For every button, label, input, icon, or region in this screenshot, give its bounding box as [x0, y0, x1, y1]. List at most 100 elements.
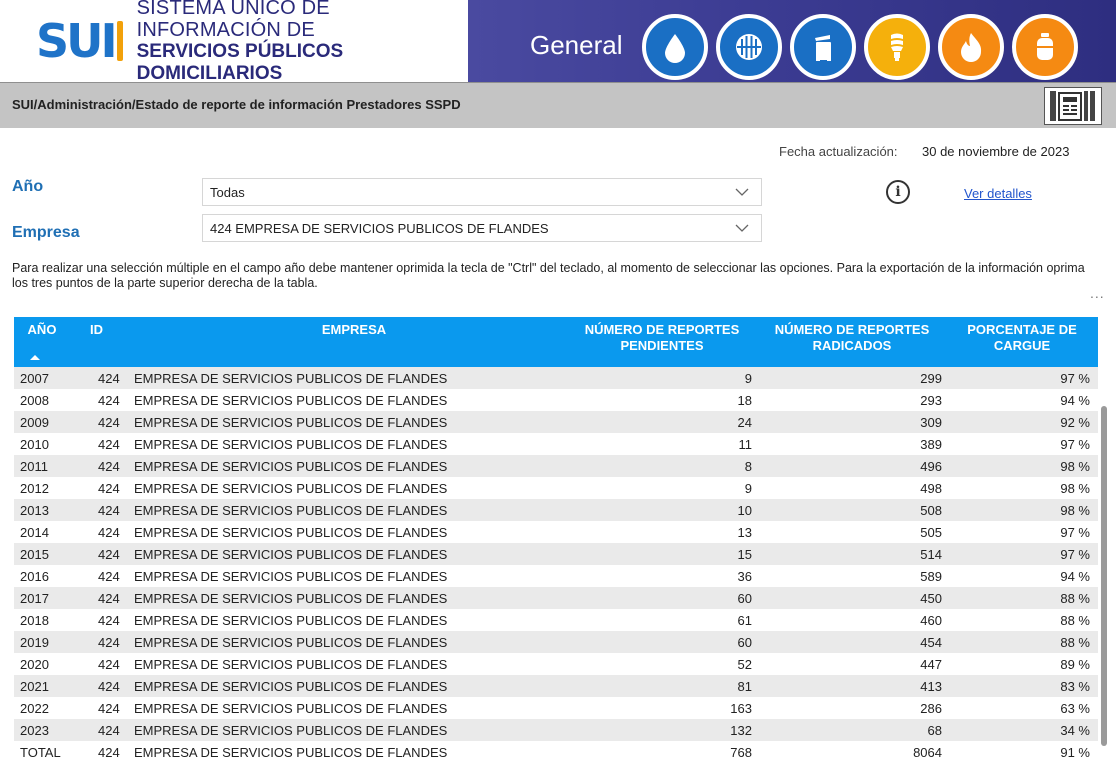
- flame-icon[interactable]: [938, 14, 1004, 80]
- cell-filed: 293: [920, 393, 942, 408]
- cell-percent: 89 %: [1060, 657, 1090, 672]
- cell-company: EMPRESA DE SERVICIOS PUBLICOS DE FLANDES: [134, 745, 448, 758]
- trash-bin-icon[interactable]: [790, 14, 856, 80]
- cell-company: EMPRESA DE SERVICIOS PUBLICOS DE FLANDES: [134, 459, 448, 474]
- more-options-button[interactable]: ...: [1090, 285, 1105, 301]
- table-row[interactable]: 2016 424 EMPRESA DE SERVICIOS PUBLICOS DE …: [14, 565, 1098, 587]
- cell-year: 2011: [20, 459, 48, 474]
- cell-id: 424: [98, 679, 120, 694]
- year-dropdown[interactable]: Todas: [202, 178, 762, 206]
- cell-id: 424: [98, 635, 120, 650]
- cell-company: EMPRESA DE SERVICIOS PUBLICOS DE FLANDES: [134, 569, 448, 584]
- cell-filed: 389: [920, 437, 942, 452]
- table-row[interactable]: 2022 424 EMPRESA DE SERVICIOS PUBLICOS DE …: [14, 697, 1098, 719]
- gas-cylinder-icon[interactable]: [1012, 14, 1078, 80]
- cell-id: 424: [98, 525, 120, 540]
- table-row[interactable]: 2017 424 EMPRESA DE SERVICIOS PUBLICOS DE …: [14, 587, 1098, 609]
- company-dropdown[interactable]: 424 EMPRESA DE SERVICIOS PUBLICOS DE FLA…: [202, 214, 762, 242]
- cell-pending: 61: [737, 613, 752, 628]
- cell-percent: 98 %: [1060, 459, 1090, 474]
- cell-percent: 98 %: [1060, 481, 1090, 496]
- column-header-percent[interactable]: PORCENTAJE DE CARGUE: [958, 317, 1086, 367]
- table-row[interactable]: 2014 424 EMPRESA DE SERVICIOS PUBLICOS DE …: [14, 521, 1098, 543]
- column-header-company[interactable]: EMPRESA: [134, 317, 574, 367]
- table-row[interactable]: 2020 424 EMPRESA DE SERVICIOS PUBLICOS DE …: [14, 653, 1098, 675]
- cell-year: 2023: [20, 723, 49, 738]
- view-details-link[interactable]: Ver detalles: [964, 186, 1032, 201]
- cell-year: 2015: [20, 547, 49, 562]
- company-dropdown-value: 424 EMPRESA DE SERVICIOS PUBLICOS DE FLA…: [210, 221, 549, 236]
- info-icon[interactable]: i: [886, 180, 910, 204]
- cell-id: 424: [98, 613, 120, 628]
- water-drop-icon[interactable]: [642, 14, 708, 80]
- cell-company: EMPRESA DE SERVICIOS PUBLICOS DE FLANDES: [134, 701, 448, 716]
- sui-logo[interactable]: SUI SISTEMA ÚNICO DE INFORMACIÓN DE SERV…: [0, 0, 468, 85]
- cell-filed: 508: [920, 503, 942, 518]
- table-total-row[interactable]: TOTAL 424 EMPRESA DE SERVICIOS PUBLICOS DE…: [14, 741, 1098, 758]
- cell-percent: 34 %: [1060, 723, 1090, 738]
- table-row[interactable]: 2007 424 EMPRESA DE SERVICIOS PUBLICOS DE …: [14, 367, 1098, 389]
- cell-pending: 8: [744, 459, 752, 474]
- report-view-button[interactable]: [1044, 87, 1102, 125]
- cell-id: 424: [98, 415, 120, 430]
- cell-filed: 505: [920, 525, 942, 540]
- cell-pending: 18: [737, 393, 752, 408]
- cell-company: EMPRESA DE SERVICIOS PUBLICOS DE FLANDES: [134, 371, 448, 386]
- logo-text: SISTEMA ÚNICO DE INFORMACIÓN DE SERVICIO…: [137, 0, 468, 85]
- logo-line-2: SERVICIOS PÚBLICOS DOMICILIARIOS: [136, 41, 344, 84]
- table-row[interactable]: 2011 424 EMPRESA DE SERVICIOS PUBLICOS DE …: [14, 455, 1098, 477]
- lightbulb-icon[interactable]: [864, 14, 930, 80]
- breadcrumb-bar: SUI/Administración/Estado de reporte de …: [0, 82, 1116, 128]
- cell-filed: 309: [920, 415, 942, 430]
- column-header-year[interactable]: AÑO: [14, 317, 70, 367]
- cell-filed: 589: [920, 569, 942, 584]
- chevron-down-icon: [735, 188, 749, 196]
- cell-company: EMPRESA DE SERVICIOS PUBLICOS DE FLANDES: [134, 613, 448, 628]
- cell-year: 2021: [20, 679, 49, 694]
- table-row[interactable]: 2013 424 EMPRESA DE SERVICIOS PUBLICOS DE …: [14, 499, 1098, 521]
- column-header-pending[interactable]: NÚMERO DE REPORTES PENDIENTES: [572, 317, 752, 367]
- year-filter-label: Año: [12, 178, 44, 195]
- cell-id: 424: [98, 701, 120, 716]
- report-page: SUI SISTEMA ÚNICO DE INFORMACIÓN DE SERV…: [0, 0, 1116, 758]
- header-banner: SUI SISTEMA ÚNICO DE INFORMACIÓN DE SERV…: [0, 0, 1116, 85]
- cell-percent: 83 %: [1060, 679, 1090, 694]
- cell-year: 2022: [20, 701, 49, 716]
- cell-filed: 286: [920, 701, 942, 716]
- cell-id: 424: [98, 569, 120, 584]
- cell-id: 424: [98, 371, 120, 386]
- cell-id: 424: [98, 547, 120, 562]
- column-header-id[interactable]: ID: [80, 317, 120, 367]
- table-row[interactable]: 2009 424 EMPRESA DE SERVICIOS PUBLICOS DE …: [14, 411, 1098, 433]
- cell-id: 424: [98, 481, 120, 496]
- sui-logo-mark: SUI: [36, 18, 123, 64]
- sewer-grate-icon[interactable]: [716, 14, 782, 80]
- cell-filed: 68: [927, 723, 942, 738]
- cell-year: 2008: [20, 393, 49, 408]
- table-row[interactable]: 2018 424 EMPRESA DE SERVICIOS PUBLICOS DE …: [14, 609, 1098, 631]
- selection-help-text: Para realizar una selección múltiple en …: [12, 261, 1085, 290]
- cell-company: EMPRESA DE SERVICIOS PUBLICOS DE FLANDES: [134, 481, 448, 496]
- cell-pending: 60: [737, 591, 752, 606]
- table-row[interactable]: 2023 424 EMPRESA DE SERVICIOS PUBLICOS DE …: [14, 719, 1098, 741]
- table-row[interactable]: 2015 424 EMPRESA DE SERVICIOS PUBLICOS DE …: [14, 543, 1098, 565]
- cell-filed: 498: [920, 481, 942, 496]
- table-row[interactable]: 2012 424 EMPRESA DE SERVICIOS PUBLICOS DE …: [14, 477, 1098, 499]
- cell-company: EMPRESA DE SERVICIOS PUBLICOS DE FLANDES: [134, 437, 448, 452]
- cell-company: EMPRESA DE SERVICIOS PUBLICOS DE FLANDES: [134, 525, 448, 540]
- cell-year: 2017: [20, 591, 49, 606]
- table-row[interactable]: 2019 424 EMPRESA DE SERVICIOS PUBLICOS DE …: [14, 631, 1098, 653]
- cell-pending: 81: [737, 679, 752, 694]
- table-scrollbar[interactable]: [1101, 406, 1107, 746]
- column-header-filed[interactable]: NÚMERO DE REPORTES RADICADOS: [762, 317, 942, 367]
- table-row[interactable]: 2008 424 EMPRESA DE SERVICIOS PUBLICOS DE …: [14, 389, 1098, 411]
- table-header: AÑO ID EMPRESA NÚMERO DE REPORTES PENDIE…: [14, 317, 1098, 367]
- table-row[interactable]: 2010 424 EMPRESA DE SERVICIOS PUBLICOS DE …: [14, 433, 1098, 455]
- cell-percent: 88 %: [1060, 613, 1090, 628]
- chevron-down-icon: [735, 224, 749, 232]
- table-row[interactable]: 2021 424 EMPRESA DE SERVICIOS PUBLICOS DE …: [14, 675, 1098, 697]
- cell-percent: 97 %: [1060, 437, 1090, 452]
- cell-pending: 60: [737, 635, 752, 650]
- cell-percent: 98 %: [1060, 503, 1090, 518]
- cell-percent: 92 %: [1060, 415, 1090, 430]
